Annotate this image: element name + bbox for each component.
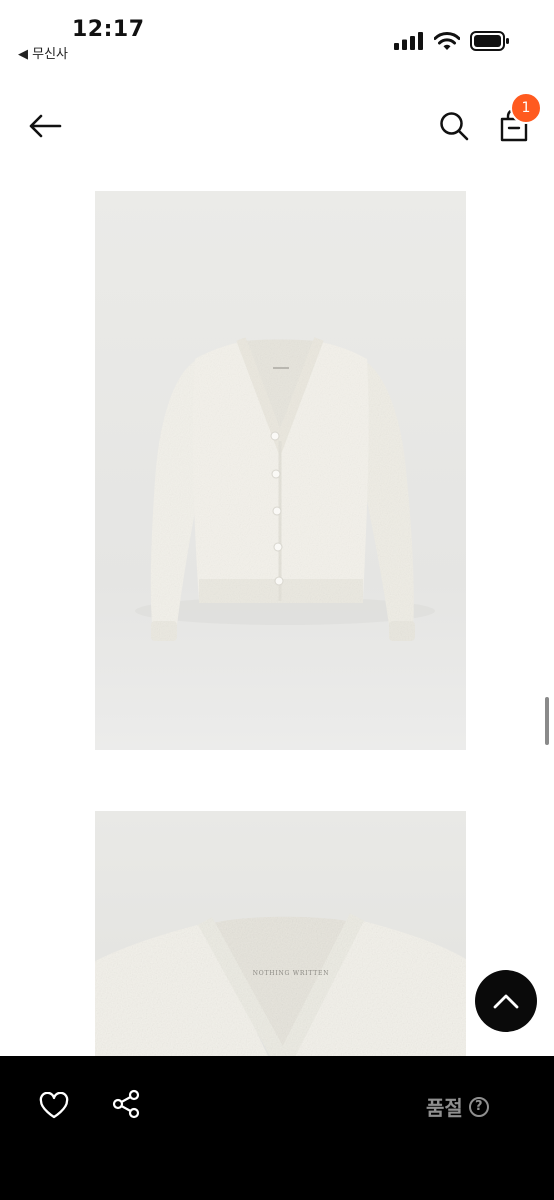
cellular-signal-icon — [394, 32, 423, 50]
sold-out-label: 품절 — [426, 1096, 463, 1120]
garment-brand-label: NOTHING WRITTEN — [253, 970, 330, 977]
bottom-action-bar: 품절 ? — [0, 1056, 554, 1200]
status-bar: 12:17 ◀ 무신사 — [0, 0, 554, 70]
top-nav-bar — [0, 90, 554, 162]
search-icon — [440, 112, 469, 141]
product-image-detail[interactable]: NOTHING WRITTEN — [95, 811, 466, 1061]
arrow-left-icon — [29, 114, 62, 138]
back-to-app-link[interactable]: ◀ 무신사 — [18, 43, 68, 62]
scrollbar-thumb[interactable] — [545, 697, 549, 745]
chevron-up-icon — [493, 994, 519, 1009]
share-icon — [112, 1089, 140, 1119]
share-button[interactable] — [108, 1086, 144, 1122]
battery-icon — [470, 31, 509, 51]
product-image-front[interactable] — [95, 191, 466, 750]
wifi-icon — [434, 31, 460, 50]
heart-icon — [39, 1091, 69, 1118]
cart-count-badge: 1 — [510, 92, 542, 124]
back-button[interactable] — [24, 108, 66, 144]
scroll-to-top-button[interactable] — [475, 970, 537, 1032]
search-button[interactable] — [434, 106, 474, 146]
cardigan-detail-photo: NOTHING WRITTEN — [95, 913, 466, 1061]
cardigan-photo — [135, 337, 435, 641]
sold-out-status: 품절 ? — [426, 1092, 489, 1121]
like-button[interactable] — [36, 1088, 72, 1122]
status-icons — [394, 31, 510, 51]
help-icon[interactable]: ? — [468, 1096, 489, 1117]
status-time: 12:17 — [72, 17, 145, 42]
